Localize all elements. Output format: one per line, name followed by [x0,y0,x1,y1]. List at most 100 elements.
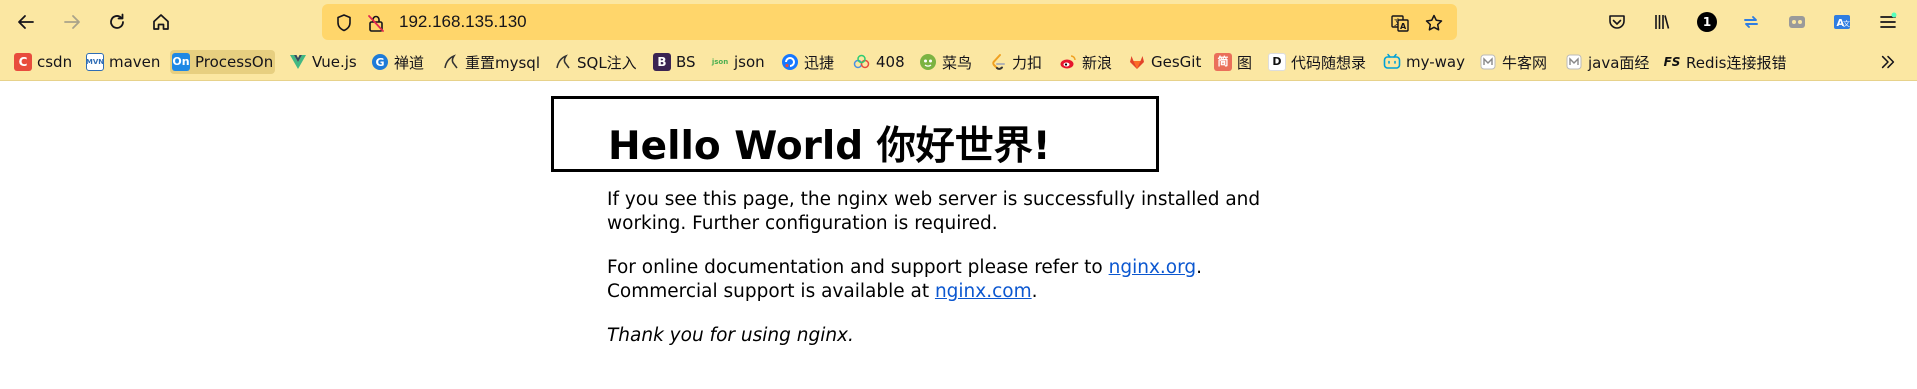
bookmark-xunjie[interactable]: 迅捷 [779,50,836,74]
back-arrow-icon [18,15,34,29]
bookmark-label: 菜鸟 [942,53,973,72]
csdn-icon: C [14,53,32,71]
bookmark-java-interview[interactable]: java面经 [1563,50,1651,74]
translate-icon[interactable]: 文A [1390,13,1410,33]
bookmark-processon[interactable]: On ProcessOn [170,50,276,74]
sql-icon [554,53,572,71]
gitlab-icon [1128,53,1146,71]
bookmark-label: my-way [1406,53,1465,71]
url-text[interactable]: 192.168.135.130 [399,4,527,40]
sync-arrows-icon [1744,16,1758,28]
extension-badge-button[interactable]: 1 [1692,8,1722,36]
xunjie-icon [781,53,799,71]
pocket-button[interactable] [1602,8,1632,36]
forward-arrow-icon [64,15,80,29]
library-icon [1655,15,1670,29]
bookmark-label: maven [109,53,161,71]
bookmark-gesgit[interactable]: GesGit [1126,50,1203,74]
app-menu-button[interactable] [1873,8,1903,36]
nginx-com-link[interactable]: nginx.com [935,281,1032,302]
bookmark-label: json [734,53,765,71]
intro-line-2: working. Further configuration is requir… [607,213,998,234]
bookmark-star-icon[interactable] [1424,13,1444,33]
insecure-lock-icon[interactable] [366,13,386,33]
bookmark-jianshu[interactable]: 简 图 [1212,50,1254,74]
bookmark-runoob[interactable]: 菜鸟 [917,50,974,74]
fs-icon: FS [1663,55,1681,69]
bookmark-label: java面经 [1588,53,1650,72]
bookmark-label: 迅捷 [804,53,835,72]
maven-icon: MVN [86,53,104,71]
runoob-icon [919,53,937,71]
docs-line: For online documentation and support ple… [607,256,1202,280]
reload-icon [110,13,124,29]
page-title-box: Hello World 你好世界! [551,96,1159,172]
processon-icon: On [172,53,190,71]
docs-period: . [1196,257,1203,278]
bookmark-json[interactable]: json json [709,50,767,74]
intro-line-1: If you see this page, the nginx web serv… [607,189,1261,210]
reload-button[interactable] [101,6,133,38]
docs-text: For online documentation and support ple… [607,257,1109,278]
nginx-org-link[interactable]: nginx.org [1109,257,1197,278]
home-button[interactable] [145,6,177,38]
bookmark-leetcode[interactable]: 力扣 [987,50,1044,74]
bookmark-zentao[interactable]: G 禅道 [369,50,426,74]
bookmark-label: 图 [1237,53,1253,72]
bookmark-redis-error[interactable]: FS Redis连接报错 [1661,50,1788,74]
intro-paragraph: If you see this page, the nginx web serv… [607,188,1260,236]
translator-icon: A文 [1834,15,1850,29]
bookmark-408[interactable]: 408 [851,50,907,74]
cloud-icon [853,53,871,71]
hamburger-menu-icon [1880,12,1897,28]
bookmark-csdn[interactable]: C csdn [12,50,74,74]
bookmark-maven[interactable]: MVN maven [84,50,162,74]
bookmark-nowcoder[interactable]: 牛客网 [1477,50,1549,74]
bookmark-label: Vue.js [312,53,357,71]
mysql-icon [442,53,460,71]
bookmark-sina[interactable]: 新浪 [1057,50,1114,74]
bookmark-label: csdn [37,53,73,71]
bookmark-label: ProcessOn [195,53,274,71]
thanks-paragraph: Thank you for using nginx. [607,324,854,348]
bookmark-label: 代码随想录 [1291,53,1367,72]
container-extension-button[interactable] [1782,8,1812,36]
bookmark-label: SQL注入 [577,53,637,72]
library-button[interactable] [1647,8,1677,36]
weibo-icon [1059,53,1077,71]
bookmark-daima[interactable]: D 代码随想录 [1266,50,1368,74]
docs-paragraph: For online documentation and support ple… [607,256,1202,304]
bookmark-reset-mysql[interactable]: 重置mysql [440,50,542,74]
commercial-text: Commercial support is available at [607,281,935,302]
nowcoder-icon [1565,53,1583,71]
sync-extension-button[interactable] [1736,8,1766,36]
bookmark-vuejs[interactable]: Vue.js [287,50,359,74]
url-bar[interactable]: 192.168.135.130 文A [322,4,1457,40]
vue-icon [289,53,307,71]
svg-text:文: 文 [1843,19,1850,28]
bookmark-sql-injection[interactable]: SQL注入 [552,50,639,74]
translator-extension-button[interactable]: A文 [1827,8,1857,36]
bookmark-my-way[interactable]: my-way [1381,50,1467,74]
bookmark-label: 重置mysql [465,53,540,72]
bilibili-icon [1383,53,1401,71]
forward-button[interactable] [56,6,88,38]
bookmark-label: BS [676,53,696,71]
bookmark-label: Redis连接报错 [1686,53,1787,72]
bookmarks-toolbar: C csdn MVN maven On ProcessOn Vue.js G 禅… [0,44,1917,81]
nowcoder-icon [1479,53,1497,71]
svg-text:G: G [376,56,385,69]
more-bookmarks-button[interactable] [1875,52,1901,72]
svg-text:A: A [1400,22,1407,31]
json-icon: json [711,58,729,66]
tracking-protection-shield-icon[interactable] [334,13,354,33]
bootstrap-icon: B [653,53,671,71]
mask-icon [1789,16,1805,28]
bookmark-label: 牛客网 [1502,53,1548,72]
bookmark-bs[interactable]: B BS [651,50,698,74]
bookmark-label: 力扣 [1012,53,1043,72]
jian-icon: 简 [1214,53,1232,71]
browser-toolbar: 192.168.135.130 文A 1 A文 [0,0,1917,44]
back-button[interactable] [10,6,42,38]
zentao-icon: G [371,53,389,71]
